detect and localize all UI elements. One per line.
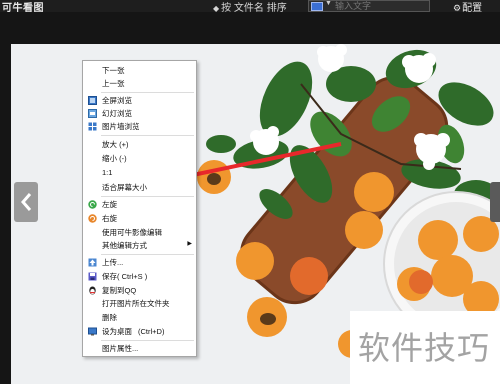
menu-separator <box>101 135 194 136</box>
submenu-arrow-icon: ▶ <box>187 241 192 247</box>
menu-item-label: 下一张 <box>102 66 125 75</box>
rotate-left-icon <box>88 200 97 209</box>
next-image-button[interactable] <box>490 182 500 222</box>
search-box[interactable]: ▼ <box>308 0 430 12</box>
slideshow-icon <box>88 109 97 118</box>
menu-item-previous[interactable]: 上一张 <box>83 77 196 90</box>
menu-item-label: 图片属性... <box>102 344 139 353</box>
menu-item-text: 设为桌面 <box>102 327 132 336</box>
menu-item-label: 设为桌面 (Ctrl+D) <box>102 326 164 337</box>
chevron-down-icon[interactable]: ▼ <box>325 0 332 7</box>
menu-item-label: 上一张 <box>102 79 125 88</box>
menu-item-label: 适合屏幕大小 <box>102 183 147 192</box>
menu-item-save[interactable]: 保存( Ctrl+S ) <box>83 270 196 283</box>
menu-separator <box>101 254 194 255</box>
context-menu: 下一张 上一张 全屏浏览 幻灯浏览 图片墙浏览 放大 (+) 缩小 (-) 1:… <box>82 60 197 357</box>
menu-item-label: 幻灯浏览 <box>102 109 132 118</box>
menu-item-label: 保存( Ctrl+S ) <box>102 272 148 281</box>
top-toolbar: 可牛看图 ◆按 文件名 排序 ▼ ⚙配置 <box>0 0 500 14</box>
menu-item-label: 图片墙浏览 <box>102 122 140 131</box>
menu-item-label: 打开图片所在文件夹 <box>102 299 170 308</box>
rotate-right-icon <box>88 214 97 223</box>
search-input[interactable] <box>335 1 429 11</box>
menu-item-label: 复制到QQ <box>102 286 137 295</box>
menu-item-label: 其他编辑方式 <box>102 241 147 250</box>
fullscreen-icon <box>88 96 97 105</box>
menu-item-delete[interactable]: 删除 <box>83 311 196 324</box>
menu-item-rotate-right[interactable]: 右旋 <box>83 212 196 225</box>
watermark: 软件技巧 <box>350 311 500 384</box>
photo-wall-icon <box>88 122 97 131</box>
menu-item-upload[interactable]: 上传... <box>83 256 196 269</box>
menu-item-zoom-out[interactable]: 缩小 (-) <box>83 152 196 165</box>
menu-item-set-wallpaper[interactable]: 设为桌面 (Ctrl+D) <box>83 325 196 338</box>
menu-item-label: 放大 (+) <box>102 140 129 149</box>
menu-item-label: 1:1 <box>102 168 113 177</box>
menu-item-label: 全屏浏览 <box>102 96 132 105</box>
menu-item-next[interactable]: 下一张 <box>83 64 196 77</box>
menu-item-label: 左旋 <box>102 200 117 209</box>
menu-item-photo-wall[interactable]: 图片墙浏览 <box>83 120 196 133</box>
menu-item-zoom-in[interactable]: 放大 (+) <box>83 138 196 151</box>
qq-icon <box>89 286 96 295</box>
menu-separator <box>101 340 194 341</box>
previous-image-button[interactable] <box>14 182 38 222</box>
menu-item-label: 右旋 <box>102 214 117 223</box>
menu-item-copy-to-qq[interactable]: 复制到QQ <box>83 284 196 297</box>
menu-item-actual-size[interactable]: 1:1 <box>83 167 196 180</box>
menu-item-other-editors[interactable]: 其他编辑方式 ▶ <box>83 239 196 252</box>
menu-item-label: 上传... <box>102 258 124 267</box>
desktop-icon <box>88 327 97 336</box>
save-icon <box>88 272 97 281</box>
menu-item-label: 使用可牛影像编辑 <box>102 228 162 237</box>
upload-icon <box>88 258 97 267</box>
menu-item-slideshow[interactable]: 幻灯浏览 <box>83 107 196 120</box>
menu-item-fit-screen[interactable]: 适合屏幕大小 <box>83 181 196 194</box>
menu-item-shortcut: (Ctrl+D) <box>138 327 165 336</box>
menu-item-open-folder[interactable]: 打开图片所在文件夹 <box>83 297 196 310</box>
menu-item-properties[interactable]: 图片属性... <box>83 342 196 355</box>
menu-separator <box>101 196 194 197</box>
menu-item-label: 删除 <box>102 313 117 322</box>
search-engine-icon[interactable] <box>311 2 323 11</box>
menu-item-rotate-left[interactable]: 左旋 <box>83 198 196 211</box>
menu-separator <box>101 92 194 93</box>
chevron-left-icon <box>21 193 32 211</box>
watermark-text: 软件技巧 <box>358 329 491 367</box>
menu-item-label: 缩小 (-) <box>102 154 127 163</box>
menu-item-edit-with-keniu[interactable]: 使用可牛影像编辑 <box>83 226 196 239</box>
menu-item-fullscreen[interactable]: 全屏浏览 <box>83 94 196 107</box>
